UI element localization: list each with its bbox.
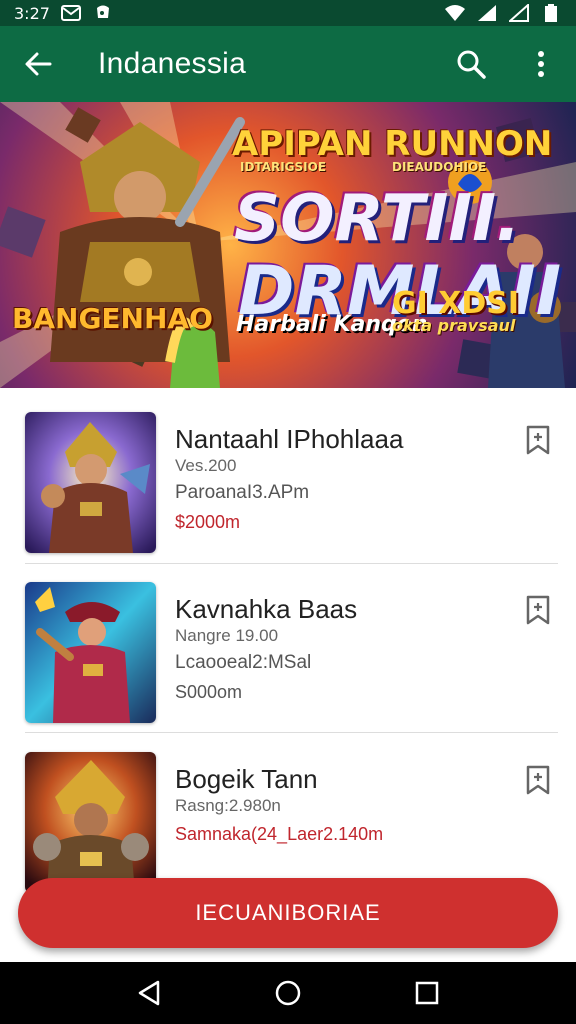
search-icon (457, 50, 486, 79)
battery-icon (540, 4, 562, 22)
mail-icon (60, 4, 82, 22)
status-time: 3:27 (14, 3, 50, 23)
item-subdetail: Lcaooeal2:MSal (175, 652, 312, 673)
banner-sub-left: IDTARIGSIOE (240, 160, 327, 174)
banner-gi-sub: okta pravsaul (392, 316, 516, 335)
banner-sub-right: DIEAUDOHIOE (392, 160, 487, 174)
page-title: Indanessia (98, 47, 247, 80)
game-list: Nantaahl IPhohlaaa Ves.200 ParoanaI3.APm… (0, 392, 576, 902)
bookmark-button[interactable] (520, 422, 556, 458)
item-price: Samnaka(24_Laer2.140m (175, 824, 384, 844)
bookmark-button[interactable] (520, 592, 556, 628)
signal-icon (508, 4, 530, 22)
triangle-back-icon (139, 980, 160, 1006)
game-thumbnail (25, 582, 156, 723)
search-button[interactable] (436, 26, 506, 102)
bookmark-add-icon (526, 595, 550, 625)
nav-recents-button[interactable] (397, 962, 457, 1024)
game-thumbnail (25, 752, 156, 893)
list-item[interactable]: Bogeik Tann Rasng:2.980n Samnaka(24_Laer… (0, 732, 576, 902)
item-detail: Rasng:2.980n (175, 796, 281, 815)
promo-banner[interactable]: APIPAN RUNNON IDTARIGSIOE DIEAUDOHIOE SO… (0, 102, 576, 388)
banner-main-line1: SORTIII. (234, 182, 521, 256)
banner-top-text: APIPAN RUNNON (232, 124, 553, 164)
square-recents-icon (415, 981, 438, 1005)
item-subdetail: ParoanaI3.APm (175, 482, 310, 503)
game-thumbnail (25, 412, 156, 553)
more-options-button[interactable] (506, 26, 576, 102)
item-title: Bogeik Tann (175, 764, 318, 794)
item-title: Kavnahka Baas (175, 594, 358, 624)
app-bar: Indanessia (0, 26, 576, 102)
wifi-icon (444, 4, 466, 22)
item-price: S000om (175, 682, 243, 702)
nav-home-button[interactable] (258, 962, 318, 1024)
bookmark-button[interactable] (520, 762, 556, 798)
item-detail: Ves.200 (175, 456, 237, 475)
more-vert-icon (538, 51, 544, 77)
notification-icon (92, 4, 114, 22)
item-detail: Nangre 19.00 (175, 626, 279, 645)
list-item[interactable]: Kavnahka Baas Nangre 19.00 Lcaooeal2:MSa… (0, 562, 576, 732)
banner-left-text: BANGENHAO (12, 302, 213, 335)
item-price: $2000m (175, 512, 241, 532)
back-button[interactable] (0, 26, 76, 102)
arrow-left-icon (25, 52, 52, 76)
system-nav-bar (0, 962, 576, 1024)
signal-icon (476, 4, 498, 22)
status-bar: 3:27 (0, 0, 576, 26)
bookmark-add-icon (526, 765, 550, 795)
circle-home-icon (275, 980, 301, 1006)
primary-action-button[interactable]: IECUANIBORIAE (18, 878, 558, 948)
list-item[interactable]: Nantaahl IPhohlaaa Ves.200 ParoanaI3.APm… (0, 392, 576, 562)
bookmark-add-icon (526, 425, 550, 455)
nav-back-button[interactable] (119, 962, 179, 1024)
item-title: Nantaahl IPhohlaaa (175, 424, 404, 454)
